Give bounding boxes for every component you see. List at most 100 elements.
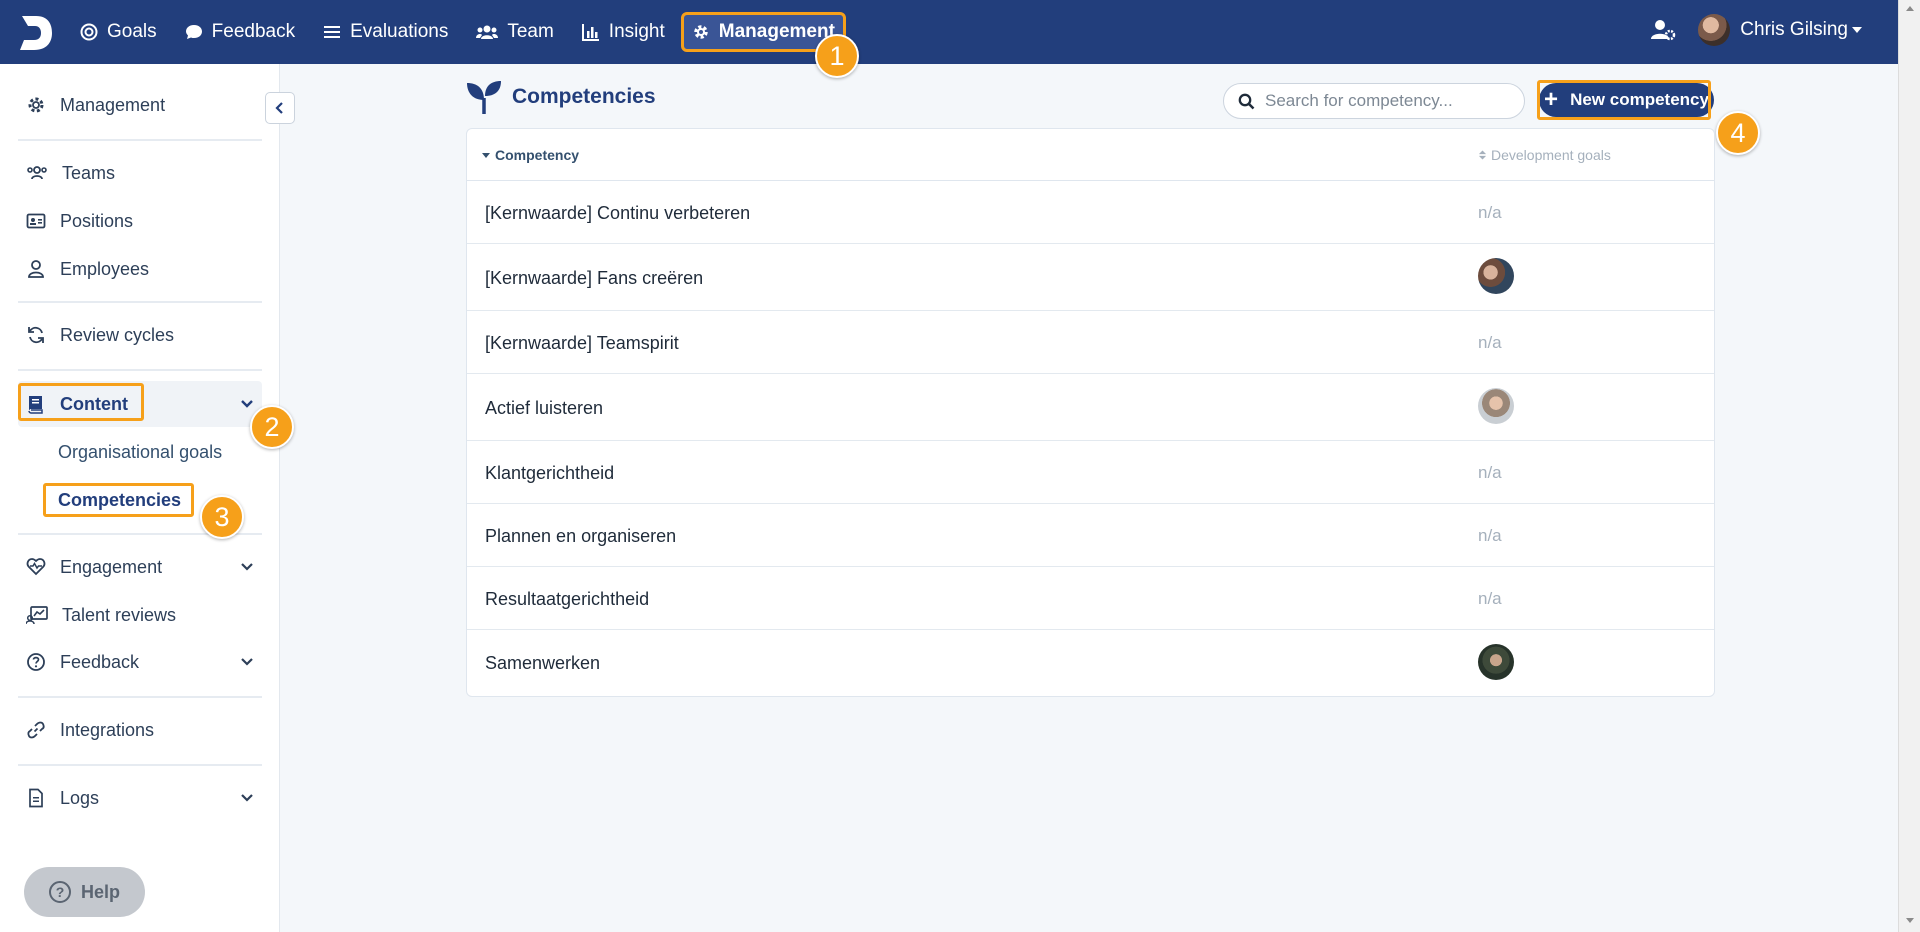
competency-name: [Kernwaarde] Continu verbeteren xyxy=(485,203,751,223)
table-row[interactable]: Plannen en organiseren n/a xyxy=(467,504,1714,567)
table-row[interactable]: Samenwerken xyxy=(467,630,1714,696)
users-icon xyxy=(27,166,47,180)
nav-goals-label: Goals xyxy=(107,21,157,42)
gear-icon xyxy=(28,97,44,113)
sidebar-item-content[interactable]: Content xyxy=(18,381,262,427)
sidebar-label-employees: Employees xyxy=(60,258,150,279)
sidebar-item-integrations[interactable]: Integrations xyxy=(18,708,262,752)
nav-insight-label: Insight xyxy=(608,21,665,42)
question-icon: ? xyxy=(48,881,71,903)
goals-value: n/a xyxy=(1478,526,1502,545)
page-title: Competencies xyxy=(512,85,656,108)
table-row[interactable]: [Kernwaarde] Teamspirit n/a xyxy=(467,311,1714,374)
step-badge-1: 1 xyxy=(815,34,859,78)
chevron-down-icon xyxy=(241,794,253,802)
table-header: Competency Development goals xyxy=(467,129,1714,181)
page-scrollbar[interactable] xyxy=(1898,0,1920,932)
table-row[interactable]: [Kernwaarde] Continu verbeteren n/a xyxy=(467,181,1714,244)
sidebar-label-review-cycles: Review cycles xyxy=(60,324,175,345)
sidebar-item-employees[interactable]: Employees xyxy=(18,247,262,291)
list-icon xyxy=(324,26,341,38)
divider xyxy=(18,301,262,303)
caret-down-icon xyxy=(1852,26,1862,33)
sidebar-subitem-organisational-goals[interactable]: Organisational goals xyxy=(58,442,222,463)
scroll-down-icon[interactable] xyxy=(1906,918,1914,923)
sidebar-label-integrations: Integrations xyxy=(60,719,155,740)
table-row[interactable]: Klantgerichtheid n/a xyxy=(467,441,1714,504)
logo-icon[interactable] xyxy=(18,14,54,52)
competency-name: Plannen en organiseren xyxy=(485,526,677,546)
nav-feedback[interactable]: Feedback xyxy=(185,12,295,52)
sidebar: Management Teams Positions Employees Rev… xyxy=(0,64,280,932)
nav-insight[interactable]: Insight xyxy=(581,12,665,52)
new-competency-button[interactable]: + New competency xyxy=(1539,83,1714,117)
chart-user-icon xyxy=(26,606,48,625)
scroll-up-icon[interactable] xyxy=(1906,6,1914,11)
divider xyxy=(18,139,262,141)
divider xyxy=(18,764,262,766)
user-avatar[interactable] xyxy=(1698,14,1731,46)
sidebar-label-logs: Logs xyxy=(60,787,100,808)
search-icon xyxy=(1238,93,1255,109)
chevron-down-icon xyxy=(241,563,253,571)
nav-team-label: Team xyxy=(507,21,554,42)
sidebar-collapse-button[interactable] xyxy=(265,92,295,124)
main-nav: Goals Feedback Evaluations Team Insight … xyxy=(80,0,874,64)
sort-icon xyxy=(1478,150,1487,160)
chevron-down-icon xyxy=(241,400,253,408)
competency-search[interactable] xyxy=(1223,83,1525,119)
sidebar-item-teams[interactable]: Teams xyxy=(18,151,262,195)
divider xyxy=(18,696,262,698)
nav-goals[interactable]: Goals xyxy=(80,12,157,52)
search-input[interactable] xyxy=(1265,91,1505,111)
user-settings-icon[interactable] xyxy=(1650,17,1676,43)
chevron-down-icon xyxy=(241,658,253,666)
sort-desc-icon xyxy=(482,153,490,158)
competency-name: [Kernwaarde] Teamspirit xyxy=(485,333,679,353)
refresh-icon xyxy=(28,326,44,344)
sidebar-label-engagement: Engagement xyxy=(60,556,163,577)
user-name: Chris Gilsing xyxy=(1740,19,1848,40)
user-area: Chris Gilsing xyxy=(1650,14,1862,46)
nav-team[interactable]: Team xyxy=(476,12,554,52)
sidebar-label-feedback: Feedback xyxy=(60,651,140,672)
sidebar-item-positions[interactable]: Positions xyxy=(18,199,262,243)
divider xyxy=(18,369,262,371)
table-row[interactable]: Actief luisteren xyxy=(467,374,1714,441)
sidebar-label-management: Management xyxy=(60,94,166,115)
user-menu[interactable]: Chris Gilsing xyxy=(1740,19,1862,41)
help-button[interactable]: ? Help xyxy=(24,867,145,917)
goal-owner-avatar[interactable] xyxy=(1478,258,1514,294)
col-goals-header[interactable]: Development goals xyxy=(1478,147,1611,163)
nav-evaluations-label: Evaluations xyxy=(350,21,449,42)
link-icon xyxy=(27,721,45,739)
table-row[interactable]: [Kernwaarde] Fans creëren xyxy=(467,244,1714,311)
goal-owner-avatar[interactable] xyxy=(1478,644,1514,680)
question-circle-icon xyxy=(27,653,45,671)
sidebar-item-review-cycles[interactable]: Review cycles xyxy=(18,313,262,357)
nav-feedback-label: Feedback xyxy=(211,21,296,42)
sprout-icon xyxy=(467,81,501,114)
nav-evaluations[interactable]: Evaluations xyxy=(323,12,448,52)
sidebar-item-engagement[interactable]: Engagement xyxy=(18,545,262,589)
goals-value: n/a xyxy=(1478,333,1502,352)
bar-chart-icon xyxy=(581,24,599,41)
target-icon xyxy=(80,23,98,41)
users-icon xyxy=(476,25,499,39)
sidebar-item-management[interactable]: Management xyxy=(18,83,262,127)
table-row[interactable]: Resultaatgerichtheid n/a xyxy=(467,567,1714,630)
sidebar-item-feedback[interactable]: Feedback xyxy=(18,640,262,684)
sidebar-item-talent-reviews[interactable]: Talent reviews xyxy=(18,593,262,637)
col-competency-label: Competency xyxy=(495,147,580,163)
goals-value: n/a xyxy=(1478,203,1502,222)
col-competency-header[interactable]: Competency xyxy=(481,147,579,163)
sidebar-label-positions: Positions xyxy=(60,210,134,231)
goal-owner-avatar[interactable] xyxy=(1478,388,1514,424)
competency-name: Samenwerken xyxy=(485,653,601,673)
sidebar-label-content: Content xyxy=(60,393,128,414)
step-badge-2: 2 xyxy=(250,405,294,449)
chevron-left-icon xyxy=(275,102,283,114)
sidebar-item-logs[interactable]: Logs xyxy=(18,776,262,820)
user-icon xyxy=(28,260,44,278)
sidebar-subitem-competencies[interactable]: Competencies xyxy=(58,490,181,511)
